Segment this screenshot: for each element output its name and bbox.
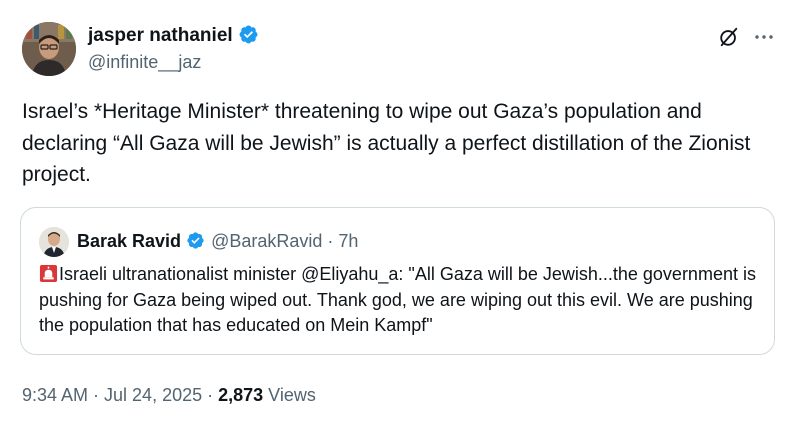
quote-avatar-image — [39, 227, 69, 257]
author-avatar[interactable] — [22, 22, 76, 76]
author-name-row[interactable]: jasper nathaniel — [88, 24, 259, 48]
grok-icon[interactable] — [718, 26, 740, 48]
views-label: Views — [263, 385, 316, 405]
author-name[interactable]: jasper nathaniel — [88, 25, 233, 46]
quote-handle-time[interactable]: @BarakRavid · 7h — [211, 231, 358, 251]
views-count: 2,873 — [218, 385, 264, 405]
quote-header: Barak Ravid @BarakRavid · 7h — [77, 229, 358, 253]
more-options-icon[interactable] — [752, 26, 776, 48]
quote-author-name[interactable]: Barak Ravid — [77, 231, 181, 251]
verified-badge-icon — [239, 25, 258, 44]
tweet-card: jasper nathaniel @infinite__jaz Israel’s… — [0, 0, 796, 422]
tweet-footer: 9:34 AM · Jul 24, 2025 · 2,873 Views — [22, 383, 316, 407]
avatar-image — [22, 22, 76, 76]
author-handle[interactable]: @infinite__jaz — [88, 51, 201, 73]
tweet-text: Israel’s *Heritage Minister* threatening… — [22, 100, 751, 186]
quote-text: Israeli ultranationalist minister @Eliya… — [39, 264, 756, 335]
quote-author-avatar[interactable] — [39, 227, 69, 257]
quoted-tweet[interactable]: Barak Ravid @BarakRavid · 7h Israeli ultr… — [20, 207, 775, 355]
quote-text-block: Israeli ultranationalist minister @Eliya… — [39, 262, 769, 339]
quote-verified-badge-icon — [187, 232, 204, 249]
rotating-light-icon — [39, 264, 58, 283]
tweet-timestamp[interactable]: 9:34 AM · Jul 24, 2025 · — [22, 385, 218, 405]
